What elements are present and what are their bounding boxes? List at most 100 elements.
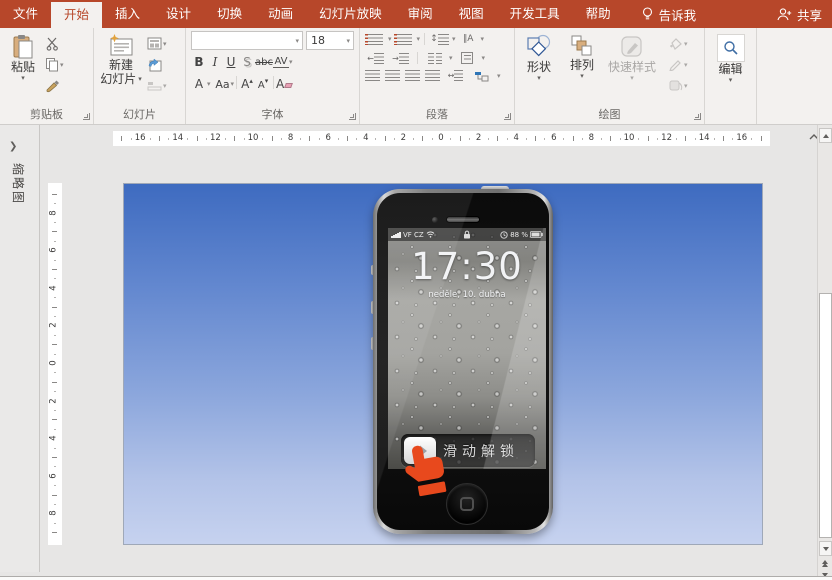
char-spacing-button[interactable]: AV [273,56,289,68]
clear-formatting-button[interactable]: A [276,77,292,91]
align-text-button[interactable] [457,52,478,65]
ribbon: 粘贴 ▾ ▾ 剪贴板 [0,28,832,125]
thumbnail-pane-collapsed[interactable]: ❯ 缩略图 [0,125,40,572]
v-ruler-number: 2 [49,398,59,403]
strikethrough-button[interactable]: abc [255,57,273,68]
copy-button[interactable]: ▾ [45,56,64,73]
editing-button[interactable]: 编辑 ▾ [709,32,753,104]
new-slide-icon [108,34,134,58]
tab-插入[interactable]: 插入 [102,0,153,28]
tab-文件[interactable]: 文件 [0,0,51,28]
tab-帮助[interactable]: 帮助 [573,0,624,28]
align-right-button[interactable] [405,70,420,81]
layout-button[interactable]: ▾ [147,35,167,52]
iphone-image: VF CZ 88 % 17:30 neděle, 10. dubna [373,189,553,534]
section-button[interactable]: ▾ [147,77,167,94]
phone-lock-screen: VF CZ 88 % 17:30 neděle, 10. dubna [388,228,546,469]
brush-icon [45,79,60,93]
text-direction-button[interactable]: ∥A [458,33,479,46]
slide-canvas[interactable]: VF CZ 88 % 17:30 neděle, 10. dubna [123,183,763,545]
italic-button[interactable]: I [207,55,223,69]
font-color-button[interactable]: A [191,77,207,91]
grow-font-button[interactable]: A▴ [239,77,255,91]
lock-icon [463,230,471,239]
clipboard-dialog-launcher[interactable] [83,113,90,120]
shape-fill-button[interactable]: ▾ [668,35,688,52]
h-ruler-number: 2 [401,133,406,143]
quick-styles-button[interactable]: 快速样式 ▾ [604,32,660,104]
underline-button[interactable]: U [223,55,239,69]
decrease-indent-button[interactable]: ← [365,52,386,65]
tab-开发工具[interactable]: 开发工具 [497,0,573,28]
tell-me-label: 告诉我 [659,5,697,24]
new-slide-button[interactable]: 新建 幻灯片▾ [97,32,145,104]
tab-视图[interactable]: 视图 [446,0,497,28]
drawing-dialog-launcher[interactable] [694,113,701,120]
v-ruler-number: 0 [49,360,59,365]
cut-button[interactable] [45,35,64,52]
v-ruler-number: 6 [49,247,59,252]
shrink-font-button[interactable]: A▾ [255,77,271,91]
tab-幻灯片放映[interactable]: 幻灯片放映 [306,0,395,28]
statusbar-edge [0,576,832,580]
paste-button[interactable]: 粘贴 ▾ [3,32,43,104]
font-name-combo[interactable]: ▾ [191,31,303,50]
align-justify-button[interactable] [425,70,440,81]
distribute-button[interactable]: ↔ [445,69,466,82]
font-size-combo[interactable]: 18▾ [306,31,354,50]
paragraph-dialog-launcher[interactable] [504,113,511,120]
bold-button[interactable]: B [191,55,207,69]
align-left-button[interactable] [365,70,380,81]
format-painter-button[interactable] [45,77,64,94]
reset-button[interactable] [147,56,167,73]
columns-button[interactable] [424,52,445,65]
tab-设计[interactable]: 设计 [153,0,204,28]
tell-me[interactable]: 告诉我 [642,0,697,28]
arrange-button[interactable]: 排列 ▾ [562,32,602,104]
tab-动画[interactable]: 动画 [255,0,306,28]
menu-tabs: 文件开始插入设计切换动画幻灯片放映审阅视图开发工具帮助 [0,0,624,28]
h-ruler-number: 0 [438,133,443,143]
group-clipboard: 粘贴 ▾ ▾ 剪贴板 [0,28,94,124]
tab-审阅[interactable]: 审阅 [395,0,446,28]
lockscreen-date: neděle, 10. dubna [388,290,546,300]
tab-切换[interactable]: 切换 [204,0,255,28]
numbering-button[interactable] [394,33,415,46]
menubar: 文件开始插入设计切换动画幻灯片放映审阅视图开发工具帮助 告诉我 共享 [0,0,832,28]
previous-slide-button[interactable] [822,560,828,567]
shape-outline-button[interactable]: ▾ [668,56,688,73]
increase-indent-button[interactable]: → [390,52,411,65]
scroll-up-button[interactable] [819,128,832,143]
group-editing: 编辑 ▾ [705,28,757,124]
wifi-icon [426,231,435,238]
tab-开始[interactable]: 开始 [51,2,102,28]
share-button[interactable]: 共享 [777,0,822,28]
paragraph-group-label: 段落 [360,107,514,124]
h-ruler-number: 16 [135,133,146,143]
vertical-scrollbar [817,125,832,580]
scroll-down-button[interactable] [819,541,832,556]
section-icon [147,80,162,92]
h-ruler-number: 8 [288,133,293,143]
align-center-button[interactable] [385,70,400,81]
quick-styles-icon [619,34,645,60]
expand-pane-chevron-icon[interactable]: ❯ [9,141,17,152]
char-spacing-caret[interactable]: ▾ [289,58,293,66]
change-case-button[interactable]: Aa [215,78,231,91]
shape-effects-button[interactable]: ▾ [668,77,688,94]
scissors-icon [45,36,60,51]
line-spacing-button[interactable]: ↕ [429,33,450,46]
arrange-label: 排列 [570,58,594,72]
smartart-button[interactable] [471,69,492,82]
pointing-hand-cursor-icon [399,439,457,506]
scrollbar-thumb[interactable] [819,293,832,538]
find-icon [723,40,739,56]
group-paragraph: ▾ ▾ ↕▾ ∥A▾ ← → ▾ ▾ [360,28,515,124]
person-add-icon [777,7,792,21]
shapes-button[interactable]: 形状 ▾ [518,32,560,104]
effects-icon [668,79,683,92]
clock-icon [500,231,508,239]
font-dialog-launcher[interactable] [349,113,356,120]
text-shadow-button[interactable]: S [239,55,255,69]
bullets-button[interactable] [365,33,386,46]
